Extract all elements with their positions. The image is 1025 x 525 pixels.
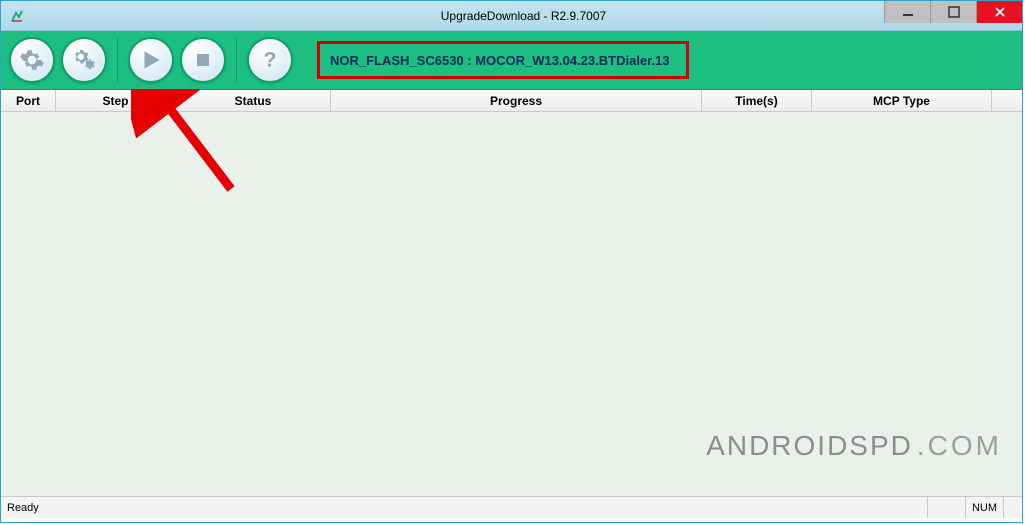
window-controls bbox=[884, 1, 1022, 23]
watermark-part2: .COM bbox=[917, 430, 1002, 462]
toolbar-separator bbox=[117, 38, 118, 82]
status-cell-3 bbox=[1004, 497, 1022, 518]
col-header-mcp[interactable]: MCP Type bbox=[812, 90, 992, 111]
titlebar[interactable]: UpgradeDownload - R2.9.7007 bbox=[1, 1, 1022, 31]
flash-info-box: NOR_FLASH_SC6530 : MOCOR_W13.04.23.BTDia… bbox=[317, 41, 689, 79]
minimize-icon bbox=[902, 6, 914, 18]
stop-icon bbox=[191, 48, 215, 72]
col-header-progress[interactable]: Progress bbox=[331, 90, 702, 111]
minimize-button[interactable] bbox=[884, 1, 930, 23]
play-icon bbox=[138, 47, 164, 73]
svg-text:?: ? bbox=[263, 47, 276, 72]
toolbar-separator bbox=[236, 38, 237, 82]
app-icon bbox=[9, 8, 25, 24]
help-icon: ? bbox=[257, 47, 283, 73]
table-body[interactable]: ANDROIDSPD.COM bbox=[1, 112, 1022, 496]
col-header-status[interactable]: Status bbox=[176, 90, 331, 111]
col-header-step[interactable]: Step bbox=[56, 90, 176, 111]
statusbar: Ready NUM bbox=[1, 496, 1022, 518]
status-cell-1 bbox=[928, 497, 966, 518]
maximize-button[interactable] bbox=[930, 1, 976, 23]
close-icon bbox=[994, 6, 1006, 18]
maximize-icon bbox=[948, 6, 960, 18]
table-header: Port Step Status Progress Time(s) MCP Ty… bbox=[1, 90, 1022, 112]
watermark-part1: ANDROIDSPD bbox=[706, 430, 913, 462]
col-header-times[interactable]: Time(s) bbox=[702, 90, 812, 111]
help-button[interactable]: ? bbox=[247, 37, 293, 83]
settings2-button[interactable] bbox=[61, 37, 107, 83]
toolbar: ? NOR_FLASH_SC6530 : MOCOR_W13.04.23.BTD… bbox=[1, 31, 1022, 90]
flash-info-text: NOR_FLASH_SC6530 : MOCOR_W13.04.23.BTDia… bbox=[330, 53, 670, 68]
stop-button[interactable] bbox=[180, 37, 226, 83]
status-num: NUM bbox=[966, 497, 1004, 518]
col-header-port[interactable]: Port bbox=[1, 90, 56, 111]
app-window: UpgradeDownload - R2.9.7007 bbox=[0, 0, 1023, 523]
double-gear-icon bbox=[71, 47, 97, 73]
col-header-extra bbox=[992, 90, 1022, 111]
status-text: Ready bbox=[1, 497, 928, 518]
window-title: UpgradeDownload - R2.9.7007 bbox=[25, 9, 1022, 23]
watermark: ANDROIDSPD.COM bbox=[706, 430, 1002, 462]
close-button[interactable] bbox=[976, 1, 1022, 23]
settings-button[interactable] bbox=[9, 37, 55, 83]
gear-icon bbox=[19, 47, 45, 73]
start-button[interactable] bbox=[128, 37, 174, 83]
